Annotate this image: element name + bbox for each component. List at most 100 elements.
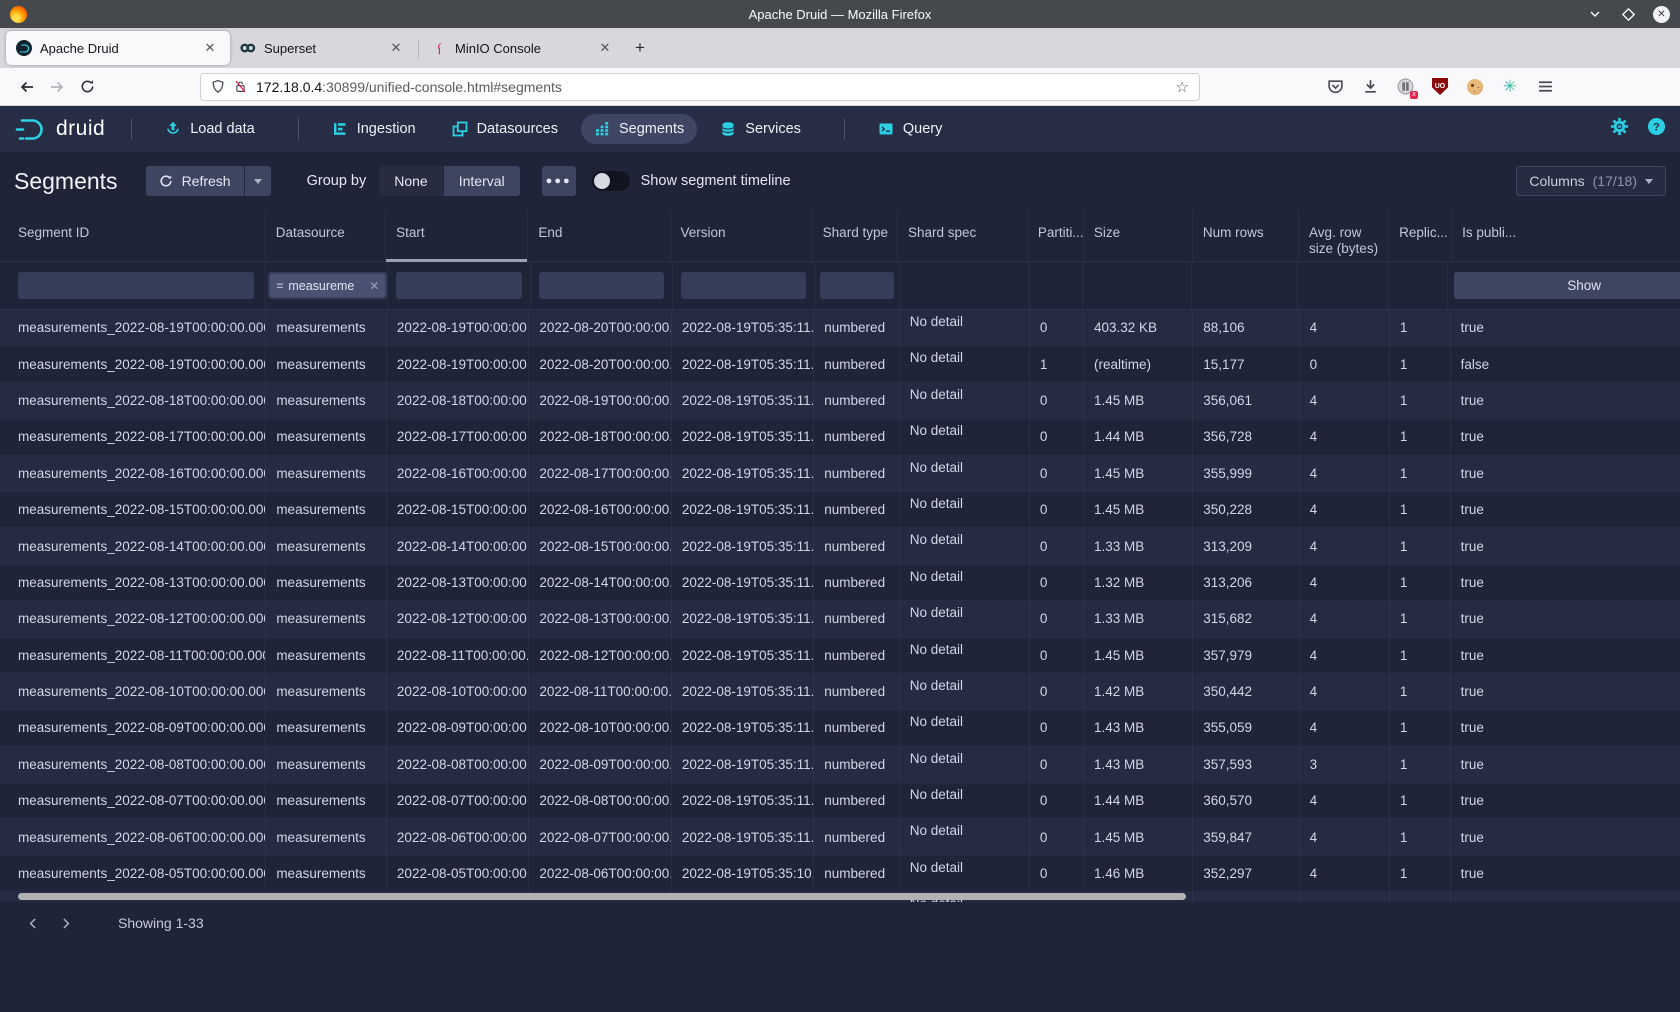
settings-gear-icon[interactable]: [1610, 117, 1629, 141]
table-cell: measurements_2022-08-06T00:00:00.000Z...: [0, 819, 266, 854]
window-close-icon[interactable]: ✕: [1653, 6, 1670, 23]
column-header-label: Segment ID: [18, 225, 89, 240]
tab-apache-druid[interactable]: Apache Druid ✕: [6, 31, 230, 65]
table-cell: 4: [1300, 492, 1390, 527]
table-row[interactable]: measurements_2022-08-17T00:00:00.000Z...…: [0, 419, 1680, 455]
table-cell: 4: [1300, 528, 1390, 563]
column-header[interactable]: Shard spec: [898, 210, 1028, 261]
druid-logo[interactable]: druid: [14, 116, 105, 143]
help-icon[interactable]: ?: [1647, 117, 1666, 141]
column-header[interactable]: Avg. row size (bytes): [1299, 210, 1389, 261]
column-header[interactable]: Segment ID: [0, 210, 266, 261]
tab-close-icon[interactable]: ✕: [595, 38, 615, 58]
table-row[interactable]: measurements_2022-08-19T00:00:00.000Z...…: [0, 310, 1680, 346]
end-filter-input[interactable]: [539, 272, 664, 299]
tab-minio-console[interactable]: MinIO Console ✕: [421, 31, 625, 65]
table-row[interactable]: measurements_2022-08-11T00:00:00.000Z...…: [0, 638, 1680, 674]
start-filter-input[interactable]: [396, 272, 521, 299]
table-cell: true: [1451, 674, 1680, 709]
segment-timeline-toggle[interactable]: [592, 171, 630, 191]
table-row[interactable]: measurements_2022-08-18T00:00:00.000Z...…: [0, 383, 1680, 419]
table-cell: 1: [1390, 674, 1451, 709]
column-header[interactable]: Datasource: [266, 210, 386, 261]
table-cell: No detail: [900, 856, 1030, 891]
table-cell: 1.32 MB: [1084, 565, 1193, 600]
nav-item-segments[interactable]: Segments: [581, 114, 697, 144]
column-header[interactable]: Partiti...: [1028, 210, 1084, 261]
column-header[interactable]: Version: [671, 210, 813, 261]
reload-icon[interactable]: [72, 73, 102, 101]
horizontal-scrollbar[interactable]: [18, 893, 1186, 900]
menu-hamburger-icon[interactable]: [1534, 76, 1556, 98]
nav-item-datasources[interactable]: Datasources: [439, 114, 571, 144]
column-header[interactable]: Size: [1084, 210, 1193, 261]
table-cell: 2022-08-19T05:35:11.8...: [672, 383, 814, 418]
url-bar[interactable]: 172.18.0.4:30899/unified-console.html#se…: [200, 73, 1200, 101]
tab-superset[interactable]: Superset ✕: [230, 31, 416, 65]
table-row[interactable]: measurements_2022-08-09T00:00:00.000Z...…: [0, 710, 1680, 746]
tag-remove-icon[interactable]: ✕: [369, 279, 379, 293]
table-row[interactable]: measurements_2022-08-19T00:00:00.000Z...…: [0, 346, 1680, 382]
bookmark-star-icon[interactable]: ☆: [1176, 78, 1189, 96]
table-row[interactable]: measurements_2022-08-08T00:00:00.000Z...…: [0, 747, 1680, 783]
insecure-lock-icon[interactable]: [234, 79, 247, 94]
cookie-extension-icon[interactable]: [1464, 76, 1486, 98]
table-cell: No detail: [900, 456, 1030, 491]
table-row[interactable]: measurements_2022-08-10T00:00:00.000Z...…: [0, 674, 1680, 710]
table-row[interactable]: measurements_2022-08-07T00:00:00.000Z...…: [0, 783, 1680, 819]
refresh-caret-button[interactable]: [245, 166, 271, 196]
column-header[interactable]: Shard type: [813, 210, 898, 261]
url-text: 172.18.0.4:30899/unified-console.html#se…: [256, 79, 1176, 95]
more-options-button[interactable]: ●●●: [542, 166, 576, 196]
column-header[interactable]: Is publi...: [1452, 210, 1680, 261]
nav-item-query[interactable]: Query: [865, 114, 956, 144]
datasource-filter-input[interactable]: = measureme ✕: [268, 272, 387, 299]
segment-id-filter-input[interactable]: [18, 272, 254, 299]
group-by-none-button[interactable]: None: [379, 166, 442, 196]
table-row[interactable]: measurements_2022-08-14T00:00:00.000Z...…: [0, 528, 1680, 564]
group-by-interval-button[interactable]: Interval: [444, 166, 520, 196]
extension-disabled-icon[interactable]: x: [1394, 76, 1416, 98]
pocket-icon[interactable]: [1324, 76, 1346, 98]
columns-button[interactable]: Columns (17/18): [1516, 166, 1666, 196]
table-cell: 2022-08-08T00:00:00.0...: [529, 783, 671, 818]
tab-close-icon[interactable]: ✕: [386, 38, 406, 58]
nav-item-ingestion[interactable]: Ingestion: [319, 114, 429, 144]
column-header[interactable]: Num rows: [1193, 210, 1299, 261]
table-row[interactable]: measurements_2022-08-15T00:00:00.000Z...…: [0, 492, 1680, 528]
datasource-filter-tag[interactable]: = measureme ✕: [270, 274, 385, 297]
shield-icon[interactable]: [211, 79, 225, 94]
table-row[interactable]: measurements_2022-08-13T00:00:00.000Z...…: [0, 565, 1680, 601]
column-header[interactable]: Start: [386, 210, 528, 261]
column-header[interactable]: End: [528, 210, 670, 261]
is-published-show-button[interactable]: Show: [1454, 272, 1680, 299]
refresh-button[interactable]: Refresh: [146, 166, 244, 196]
nav-item-services[interactable]: Services: [707, 114, 814, 144]
table-cell: 2022-08-17T00:00:00.0...: [387, 419, 529, 454]
forward-icon[interactable]: [42, 73, 72, 101]
table-row[interactable]: measurements_2022-08-06T00:00:00.000Z...…: [0, 819, 1680, 855]
table-cell: 4: [1300, 674, 1390, 709]
asterisk-extension-icon[interactable]: ✳: [1499, 76, 1521, 98]
version-filter-input[interactable]: [681, 272, 806, 299]
table-cell: 1.46 MB: [1084, 856, 1193, 891]
previous-page-icon[interactable]: [20, 910, 46, 936]
table-cell: measurements: [266, 819, 387, 854]
nav-item-load-data[interactable]: Load data: [152, 114, 268, 144]
ublock-icon[interactable]: UO: [1429, 76, 1451, 98]
shard-type-filter-input[interactable]: [820, 272, 894, 299]
tab-close-icon[interactable]: ✕: [200, 38, 220, 58]
table-row[interactable]: measurements_2022-08-12T00:00:00.000Z...…: [0, 601, 1680, 637]
window-maximize-icon[interactable]: [1620, 6, 1636, 22]
back-icon[interactable]: [12, 73, 42, 101]
table-cell: measurements_2022-08-18T00:00:00.000Z...: [0, 383, 266, 418]
new-tab-button[interactable]: +: [625, 33, 655, 63]
downloads-icon[interactable]: [1359, 76, 1381, 98]
window-minimize-icon[interactable]: [1587, 6, 1603, 22]
table-row[interactable]: measurements_2022-08-16T00:00:00.000Z...…: [0, 456, 1680, 492]
column-header[interactable]: Replic...: [1389, 210, 1452, 261]
table-cell: 1: [1390, 565, 1451, 600]
next-page-icon[interactable]: [52, 910, 78, 936]
table-row[interactable]: measurements_2022-08-05T00:00:00.000Z...…: [0, 856, 1680, 892]
table-cell: numbered: [814, 747, 899, 782]
